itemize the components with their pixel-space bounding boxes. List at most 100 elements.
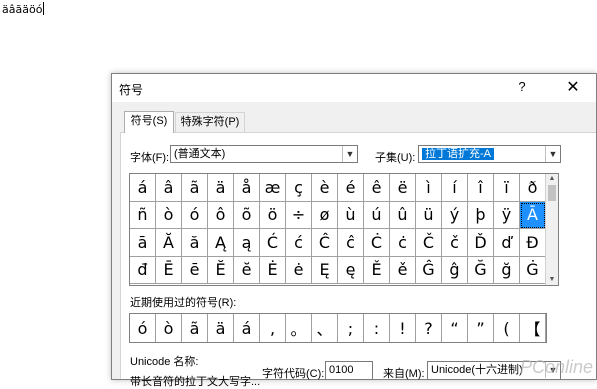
symbol-cell[interactable]: ä — [208, 174, 234, 202]
symbol-cell[interactable]: ÷ — [286, 201, 312, 229]
symbol-cell[interactable]: æ — [260, 174, 286, 202]
symbol-cell[interactable]: ć — [286, 229, 312, 257]
symbol-cell[interactable]: è — [312, 174, 338, 202]
symbol-cell[interactable]: õ — [234, 201, 260, 229]
symbol-cell[interactable]: Ę — [312, 256, 338, 284]
symbol-cell[interactable]: Ğ — [468, 256, 494, 284]
dialog-titlebar[interactable]: 符号 ? ✕ — [112, 74, 596, 102]
symbol-cell[interactable]: ĝ — [442, 256, 468, 284]
symbol-cell[interactable]: ě — [390, 256, 416, 284]
document-text-line[interactable]: äâãäöó — [2, 2, 45, 16]
symbol-cell[interactable]: Ā — [520, 201, 546, 229]
symbol-cell[interactable]: ø — [312, 201, 338, 229]
symbol-cell[interactable]: í — [442, 174, 468, 202]
symbol-cell[interactable]: Ġ — [520, 256, 546, 284]
symbol-cell[interactable]: ç — [286, 174, 312, 202]
help-button[interactable]: ? — [514, 79, 530, 94]
recent-symbol-cell[interactable]: ä — [208, 314, 234, 342]
symbol-cell[interactable]: Ď — [468, 229, 494, 257]
recent-symbol-cell[interactable]: ; — [338, 314, 364, 342]
symbol-cell[interactable]: þ — [468, 201, 494, 229]
symbol-cell[interactable]: ċ — [390, 229, 416, 257]
symbol-cell[interactable]: ā — [130, 229, 156, 257]
symbol-cell[interactable]: å — [234, 174, 260, 202]
symbol-cell[interactable]: Ě — [364, 256, 390, 284]
symbol-cell[interactable]: ą — [234, 229, 260, 257]
symbol-cell[interactable]: ë — [390, 174, 416, 202]
symbol-cell[interactable]: Ć — [260, 229, 286, 257]
symbol-cell[interactable]: é — [338, 174, 364, 202]
recent-symbol-cell[interactable]: ” — [468, 314, 494, 342]
symbol-cell[interactable]: ú — [364, 201, 390, 229]
recent-symbol-cell[interactable]: ! — [390, 314, 416, 342]
symbol-cell[interactable]: â — [156, 174, 182, 202]
symbol-cell[interactable]: Ą — [208, 229, 234, 257]
symbol-cell[interactable]: ü — [416, 201, 442, 229]
font-select[interactable]: (普通文本) ▼ — [170, 145, 358, 163]
symbol-cell[interactable]: ó — [182, 201, 208, 229]
recent-symbol-cell[interactable]: ? — [416, 314, 442, 342]
symbol-cell[interactable]: Ĝ — [416, 256, 442, 284]
recent-symbol-cell[interactable]: “ — [442, 314, 468, 342]
watermark-text: PConline — [519, 357, 593, 377]
symbol-grid[interactable]: á â ã ä å æ ç è é ê ë ì í î ï ð ñ ò ó ô õ ö ÷ ø ù ú û ü ý þ ÿ Āā Ăă Ąą Ćć Ĉ… — [130, 174, 546, 284]
symbol-cell[interactable]: ĕ — [234, 256, 260, 284]
symbol-cell[interactable]: ÿ — [494, 201, 520, 229]
symbol-cell[interactable]: á — [130, 174, 156, 202]
scroll-down-icon[interactable]: ▼ — [546, 276, 558, 283]
scroll-up-icon[interactable]: ▲ — [546, 175, 558, 182]
symbol-cell[interactable]: ö — [260, 201, 286, 229]
symbol-cell[interactable]: Ė — [260, 256, 286, 284]
symbol-cell[interactable]: ô — [208, 201, 234, 229]
symbol-cell[interactable]: Ă — [156, 229, 182, 257]
symbol-cell[interactable]: ã — [182, 174, 208, 202]
recent-symbol-cell[interactable]: ( — [494, 314, 520, 342]
symbol-cell[interactable]: ù — [338, 201, 364, 229]
recent-symbol-cell[interactable]: á — [234, 314, 260, 342]
symbol-cell[interactable]: î — [468, 174, 494, 202]
symbol-cell[interactable]: ĉ — [338, 229, 364, 257]
symbol-cell[interactable]: Č — [416, 229, 442, 257]
recent-symbol-cell[interactable]: ã — [182, 314, 208, 342]
subset-select[interactable]: 拉丁语扩充-A ▼ — [418, 145, 561, 163]
recent-symbols-row[interactable]: ó ò ã ä á,。、;:!? “”(【 — [129, 313, 547, 343]
recent-symbol-cell[interactable]: 。 — [286, 314, 312, 342]
symbol-cell[interactable]: Ē — [156, 256, 182, 284]
recent-symbols-label: 近期使用过的符号(R): — [130, 297, 237, 309]
symbol-cell[interactable]: ď — [494, 229, 520, 257]
symbol-cell[interactable]: Ĕ — [208, 256, 234, 284]
tab-symbols[interactable]: 符号(S) — [124, 111, 174, 133]
symbol-cell[interactable]: ñ — [130, 201, 156, 229]
symbol-cell[interactable]: ý — [442, 201, 468, 229]
recent-symbol-cell[interactable]: ó — [130, 314, 156, 342]
recent-symbol-cell[interactable]: : — [364, 314, 390, 342]
symbol-cell[interactable]: ė — [286, 256, 312, 284]
symbol-cell[interactable]: ę — [338, 256, 364, 284]
recent-symbol-cell[interactable]: 、 — [312, 314, 338, 342]
symbol-cell[interactable]: ê — [364, 174, 390, 202]
recent-symbol-cell[interactable]: ò — [156, 314, 182, 342]
symbol-grid-scrollbar[interactable]: ▲ ▼ — [545, 174, 558, 285]
symbol-cell[interactable]: Ĉ — [312, 229, 338, 257]
unicode-name-value: 带长音符的拉丁文大写字... — [130, 376, 261, 388]
symbol-cell[interactable]: ē — [182, 256, 208, 284]
close-button[interactable]: ✕ — [564, 77, 582, 97]
symbol-cell[interactable]: đ — [130, 256, 156, 284]
symbol-cell[interactable]: ă — [182, 229, 208, 257]
tab-special-characters[interactable]: 特殊字符(P) — [175, 112, 245, 132]
symbol-cell[interactable]: ì — [416, 174, 442, 202]
symbol-cell[interactable]: Ċ — [364, 229, 390, 257]
scroll-thumb[interactable] — [548, 185, 556, 201]
symbol-cell[interactable]: ò — [156, 201, 182, 229]
symbol-cell[interactable]: ğ — [494, 256, 520, 284]
recent-symbol-cell[interactable]: 【 — [520, 314, 546, 342]
symbol-cell[interactable]: Đ — [520, 229, 546, 257]
symbol-cell[interactable]: û — [390, 201, 416, 229]
symbol-cell[interactable]: č — [442, 229, 468, 257]
text-cursor — [43, 2, 45, 15]
symbol-cell[interactable]: ð — [520, 174, 546, 202]
font-value: (普通文本) — [174, 148, 226, 160]
recent-symbol-cell[interactable]: , — [260, 314, 286, 342]
char-code-input[interactable]: 0100 — [325, 361, 373, 380]
symbol-cell[interactable]: ï — [494, 174, 520, 202]
